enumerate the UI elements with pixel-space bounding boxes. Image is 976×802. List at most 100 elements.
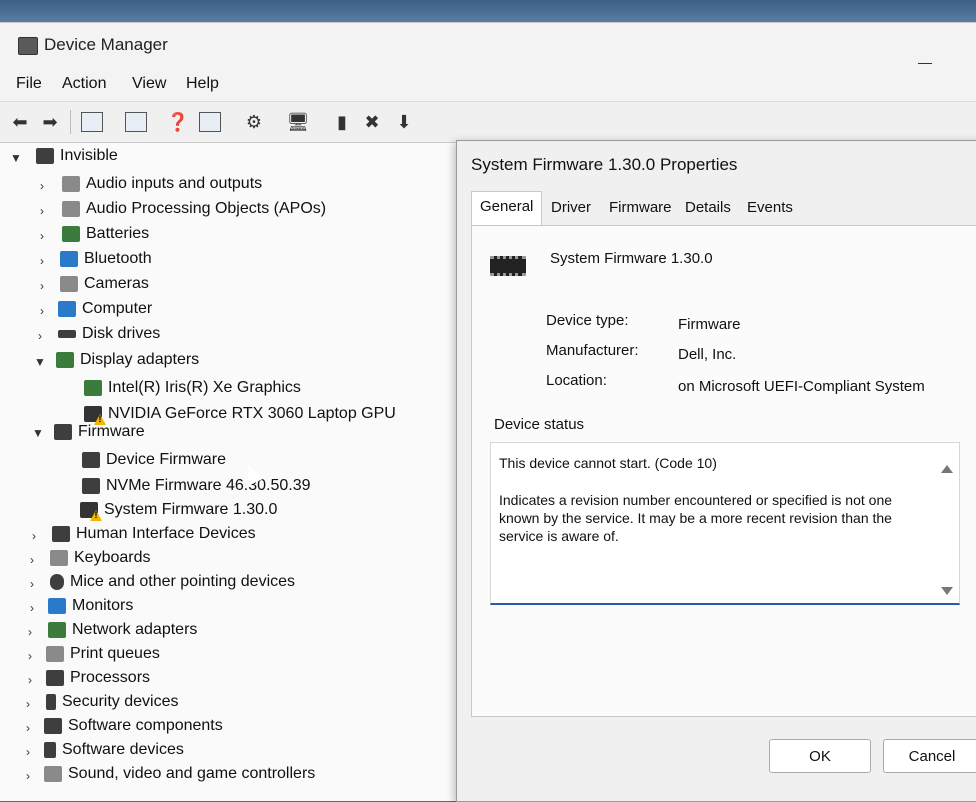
properties-dialog: System Firmware 1.30.0 Properties Genera… [456,140,976,802]
tree-item-software-devices[interactable]: Software devices [44,741,184,759]
expand-chevron-icon[interactable]: › [26,769,30,783]
properties-icon[interactable] [80,110,104,134]
cancel-button[interactable]: Cancel [883,739,976,773]
help-icon[interactable]: ❓ [166,110,190,134]
security-icon [46,694,56,710]
tree-item-keyboards[interactable]: Keyboards [50,549,151,567]
tree-item-label: NVMe Firmware 46.30.50.39 [106,477,311,494]
collapse-chevron-icon[interactable]: ▼ [32,426,44,440]
expand-chevron-icon[interactable]: › [38,329,42,343]
expand-chevron-icon[interactable]: › [40,304,44,318]
tab-events[interactable]: Events [741,195,799,220]
display-adapter-icon [84,380,102,396]
tree-item-cameras[interactable]: Cameras [60,275,149,293]
expand-chevron-icon[interactable]: › [30,601,34,615]
scroll-up-icon[interactable] [941,465,953,473]
back-icon[interactable]: ⬅ [8,110,32,134]
tree-item-batteries[interactable]: Batteries [62,225,149,243]
tree-item-device-firmware[interactable]: Device Firmware [82,451,226,469]
expand-chevron-icon[interactable]: › [30,553,34,567]
collapse-chevron-icon[interactable]: ▼ [10,151,22,165]
expand-chevron-icon[interactable]: › [26,697,30,711]
tree-item-intel-graphics[interactable]: Intel(R) Iris(R) Xe Graphics [84,379,301,397]
expand-chevron-icon[interactable]: › [28,673,32,687]
expand-chevron-icon[interactable]: › [28,649,32,663]
expand-chevron-icon[interactable]: › [30,577,34,591]
speaker-icon [62,176,80,192]
tree-item-monitors[interactable]: Monitors [48,597,133,615]
disk-icon [58,330,76,338]
expand-chevron-icon[interactable]: › [40,254,44,268]
tree-item-label: Sound, video and game controllers [68,765,316,782]
menu-help[interactable]: Help [186,75,219,93]
computer-icon [58,301,76,317]
ok-button[interactable]: OK [769,739,871,773]
tree-item-processors[interactable]: Processors [46,669,150,687]
tree-item-label: Computer [82,300,153,317]
tree-item-disk-drives[interactable]: Disk drives [58,325,160,343]
tree-root[interactable]: Invisible [36,147,118,165]
scan-icon[interactable]: ⚙ [242,110,266,134]
view-icon[interactable] [124,110,148,134]
tree-item-label: Audio inputs and outputs [86,175,263,192]
tree-item-label: Monitors [72,597,134,614]
menu-file[interactable]: File [16,75,42,93]
expand-chevron-icon[interactable]: › [32,529,36,543]
tree-item-label: Firmware [78,423,145,440]
warning-icon [84,406,102,422]
tree-item-label: Disk drives [82,325,161,342]
menu-view[interactable]: View [132,75,166,93]
tree-item-display-adapters[interactable]: Display adapters [56,351,199,369]
expand-chevron-icon[interactable]: › [40,179,44,193]
tree-item-nvme-firmware[interactable]: NVMe Firmware 46.30.50.39 [82,477,311,495]
processor-icon [46,670,64,686]
enable-icon[interactable]: ▮ [330,110,354,134]
tree-item-software-components[interactable]: Software components [44,717,223,735]
tree-item-audio-inputs[interactable]: Audio inputs and outputs [62,175,262,193]
tree-item-hid[interactable]: Human Interface Devices [52,525,256,543]
tree-item-computer[interactable]: Computer [58,300,152,318]
expand-chevron-icon[interactable]: › [40,229,44,243]
firmware-chip-icon [490,256,526,276]
download-icon[interactable]: ⬇ [392,110,416,134]
tree-item-security-devices[interactable]: Security devices [46,693,179,711]
monitor-icon [48,598,66,614]
manufacturer-label: Manufacturer: [546,342,639,359]
firmware-icon [82,452,100,468]
tree-item-network-adapters[interactable]: Network adapters [48,621,197,639]
tree-item-mice[interactable]: Mice and other pointing devices [50,573,295,591]
battery-icon [62,226,80,242]
tree-item-print-queues[interactable]: Print queues [46,645,160,663]
tree-item-sound-video[interactable]: Sound, video and game controllers [44,765,315,783]
uninstall-icon[interactable]: ✖ [360,110,384,134]
tree-item-label: Human Interface Devices [76,525,256,542]
status-description-text: Indicates a revision number encountered … [499,492,893,544]
expand-chevron-icon[interactable]: › [28,625,32,639]
expand-chevron-icon[interactable]: › [40,279,44,293]
minimize-button[interactable] [918,63,932,64]
location-value: on Microsoft UEFI-Compliant System [678,378,925,395]
network-icon [48,622,66,638]
device-status-textbox[interactable]: This device cannot start. (Code 10) Indi… [490,442,960,605]
tree-item-label: Audio Processing Objects (APOs) [86,200,327,217]
printer-icon [46,646,64,662]
collapse-chevron-icon[interactable]: ▼ [34,355,46,369]
tree-item-bluetooth[interactable]: Bluetooth [60,250,152,268]
forward-icon[interactable]: ➡ [38,110,62,134]
tab-details[interactable]: Details [679,195,737,220]
menu-action[interactable]: Action [62,75,106,93]
scroll-down-icon[interactable] [941,587,953,595]
tab-driver[interactable]: Driver [545,195,597,220]
expand-chevron-icon[interactable]: › [26,721,30,735]
tab-firmware[interactable]: Firmware [603,195,678,220]
tree-item-nvidia-gpu[interactable]: NVIDIA GeForce RTX 3060 Laptop GPU [84,405,396,423]
tree-item-system-firmware[interactable]: System Firmware 1.30.0 [80,501,277,519]
properties2-icon[interactable] [198,110,222,134]
tree-item-apos[interactable]: Audio Processing Objects (APOs) [62,200,326,218]
tab-general[interactable]: General [471,191,543,226]
expand-chevron-icon[interactable]: › [26,745,30,759]
monitor-icon[interactable]: 🖥 [286,110,310,134]
expand-chevron-icon[interactable]: › [40,204,44,218]
tree-item-firmware[interactable]: Firmware [54,423,145,441]
warning-icon [80,502,98,518]
